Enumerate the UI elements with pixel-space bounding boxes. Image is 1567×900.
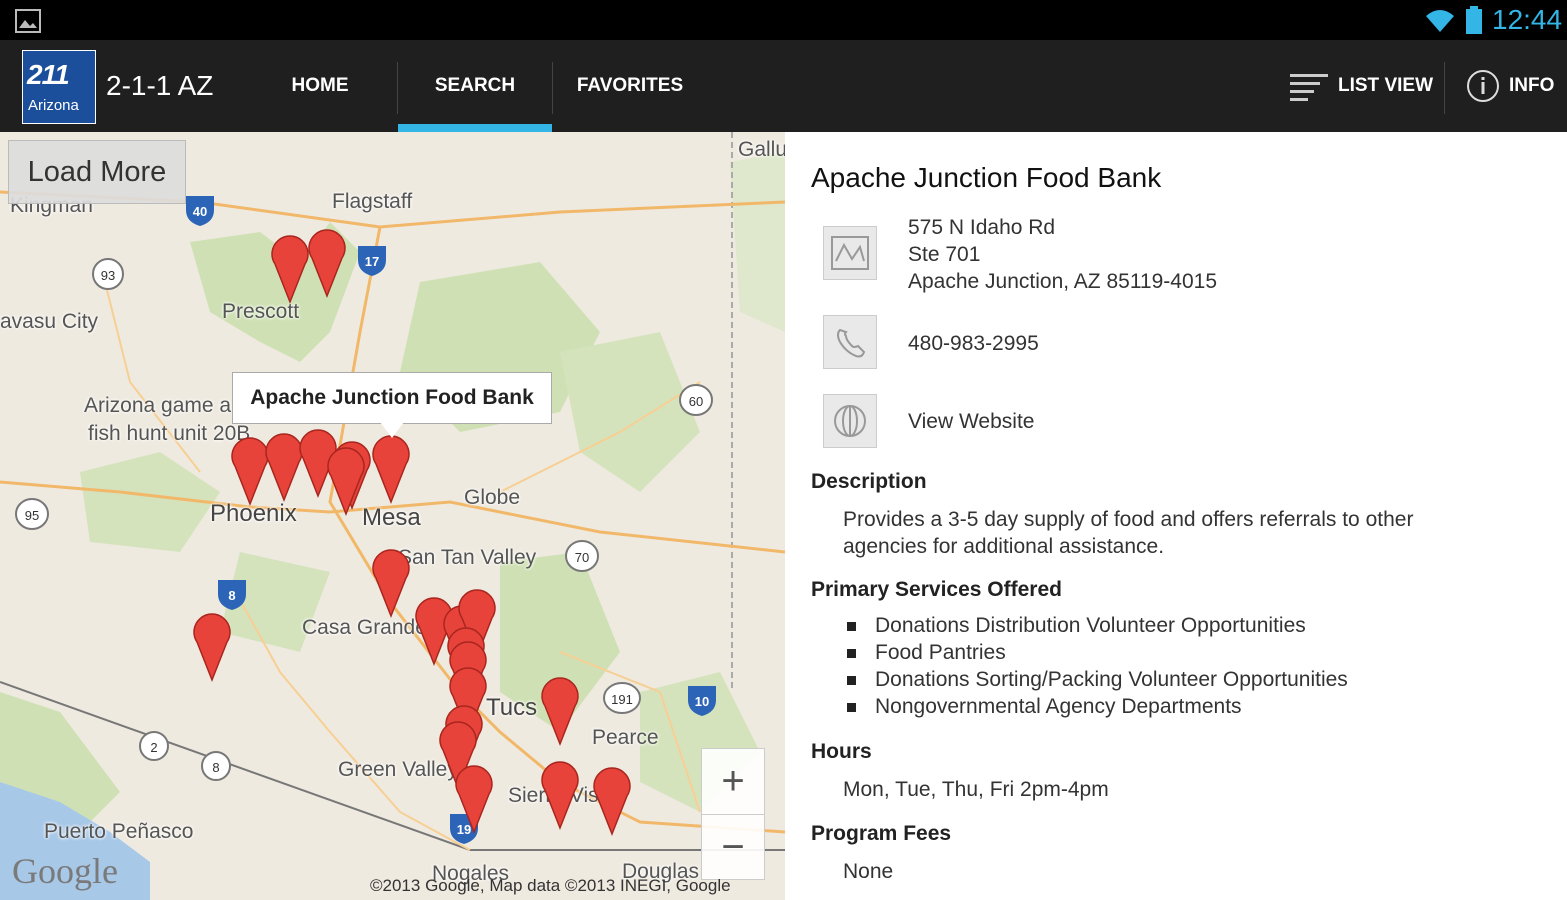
load-more-button[interactable]: Load More xyxy=(8,140,186,204)
fees-text: None xyxy=(843,860,894,883)
action-divider xyxy=(1444,62,1445,114)
view-website-link[interactable]: View Website xyxy=(908,408,1034,435)
gallery-notification-icon xyxy=(14,8,42,39)
map-callout-tail xyxy=(380,422,404,438)
info-icon xyxy=(1467,70,1499,102)
description-heading: Description xyxy=(811,470,927,493)
list-view-icon xyxy=(1290,74,1328,101)
map-pin-icon[interactable] xyxy=(327,447,365,517)
description-text: Provides a 3-5 day supply of food and of… xyxy=(843,506,1523,560)
map-pin-icon[interactable] xyxy=(593,767,631,837)
fees-heading: Program Fees xyxy=(811,822,952,845)
tab-search[interactable]: SEARCH xyxy=(398,40,552,132)
app-logo[interactable]: 211 Arizona xyxy=(22,50,96,124)
services-heading: Primary Services Offered xyxy=(811,578,1062,601)
hours-heading: Hours xyxy=(811,740,872,763)
selected-tab-indicator xyxy=(398,124,552,132)
map-pins-layer xyxy=(193,229,631,837)
battery-icon xyxy=(1464,6,1484,39)
map-pin-icon[interactable] xyxy=(271,235,309,305)
hours-text: Mon, Tue, Thu, Fri 2pm-4pm xyxy=(843,778,1109,801)
address-line: Apache Junction, AZ 85119-4015 xyxy=(908,270,1218,293)
address-line: 575 N Idaho Rd xyxy=(908,216,1056,239)
globe-icon[interactable] xyxy=(823,394,877,448)
address-line: Ste 701 xyxy=(908,243,981,266)
map-pin-icon[interactable] xyxy=(372,549,410,619)
tab-favorites[interactable]: FAVORITES xyxy=(553,40,707,132)
zoom-in-button[interactable]: + xyxy=(702,749,764,814)
map-pin-icon[interactable] xyxy=(541,677,579,747)
description-line: Provides a 3-5 day supply of food and of… xyxy=(843,508,1414,531)
phone-icon[interactable] xyxy=(823,315,877,369)
list-view-label: LIST VIEW xyxy=(1338,75,1433,96)
list-item: Donations Distribution Volunteer Opportu… xyxy=(843,612,1348,639)
description-line: agencies for additional assistance. xyxy=(843,535,1165,558)
map-pin-icon[interactable] xyxy=(308,229,346,299)
detail-panel: Apache Junction Food Bank 575 N Idaho Rd… xyxy=(785,132,1567,900)
address-block[interactable]: 575 N Idaho Rd Ste 701 Apache Junction, … xyxy=(908,214,1217,295)
info-button[interactable]: INFO xyxy=(1465,40,1554,132)
list-item: Nongovernmental Agency Departments xyxy=(843,693,1348,720)
wifi-icon xyxy=(1424,8,1456,39)
list-view-button[interactable]: LIST VIEW xyxy=(1288,40,1433,132)
map-copyright: ©2013 Google, Map data ©2013 INEGI, Goog… xyxy=(370,876,731,895)
logo-state: Arizona xyxy=(28,97,79,114)
action-bar: 211 Arizona 2-1-1 AZ HOME SEARCH FAVORIT… xyxy=(0,40,1567,132)
map-pin-icon[interactable] xyxy=(193,613,231,683)
tab-home[interactable]: HOME xyxy=(243,40,397,132)
phone-number[interactable]: 480-983-2995 xyxy=(908,330,1039,357)
services-list: Donations Distribution Volunteer Opportu… xyxy=(843,612,1348,720)
google-logo: Google xyxy=(12,851,118,891)
list-item: Donations Sorting/Packing Volunteer Oppo… xyxy=(843,666,1348,693)
map-pin-icon[interactable] xyxy=(231,437,269,507)
app-title: 2-1-1 AZ xyxy=(106,70,214,101)
map-pin-icon[interactable] xyxy=(372,435,410,505)
info-label: INFO xyxy=(1509,75,1555,96)
detail-title: Apache Junction Food Bank xyxy=(811,162,1162,193)
logo-number: 211 xyxy=(27,59,70,90)
list-item: Food Pantries xyxy=(843,639,1348,666)
map-pin-icon[interactable] xyxy=(265,433,303,503)
zoom-out-button[interactable]: − xyxy=(702,815,764,880)
map-view[interactable]: 40 93 17 60 95 70 8 191 10 2 8 19 Kingma… xyxy=(0,132,785,900)
status-bar: 12:44 xyxy=(0,0,1567,40)
map-callout[interactable]: Apache Junction Food Bank xyxy=(232,372,552,424)
map-pin-icon[interactable] xyxy=(455,765,493,835)
map-address-icon[interactable] xyxy=(823,226,877,280)
clock: 12:44 xyxy=(1492,4,1563,35)
map-pin-icon[interactable] xyxy=(541,761,579,831)
zoom-controls: + − xyxy=(701,748,765,880)
